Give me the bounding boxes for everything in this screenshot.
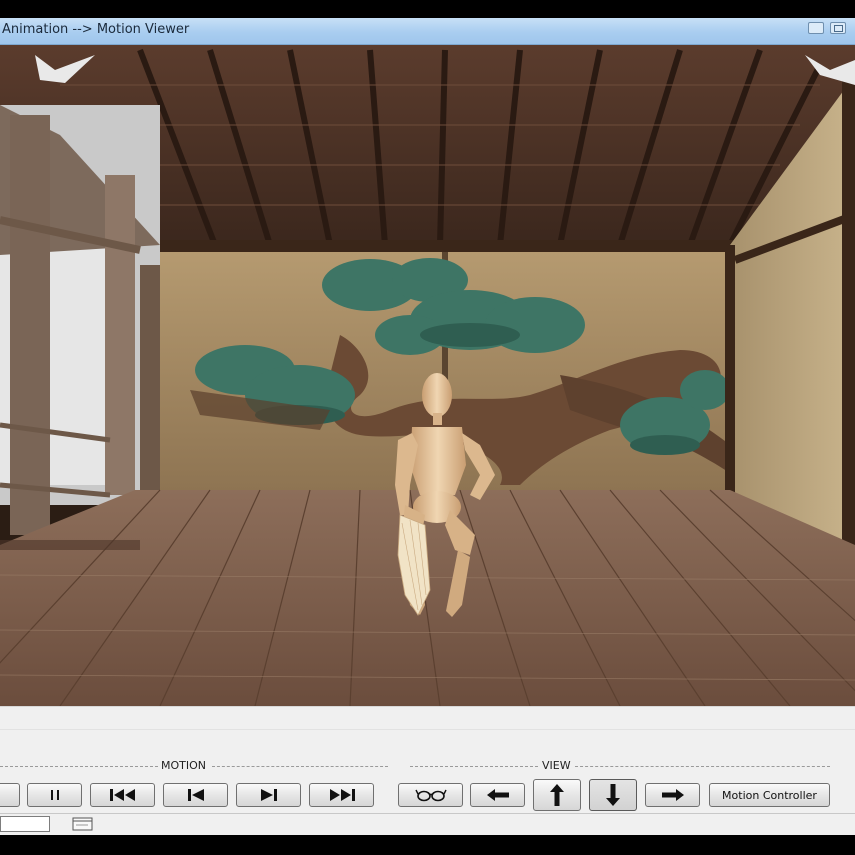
motion-rule-left (0, 766, 158, 767)
status-bar (0, 813, 855, 836)
mannequin-head (422, 373, 452, 417)
3d-viewport[interactable] (0, 45, 855, 706)
right-pillar (842, 75, 855, 565)
step-forward-icon (260, 789, 277, 801)
left-step (0, 540, 140, 550)
minimize-button[interactable] (808, 22, 824, 34)
arrow-down-icon (606, 784, 620, 806)
glasses-icon (414, 789, 447, 802)
skip-to-end-icon (329, 789, 355, 801)
motion-rule-right (212, 766, 388, 767)
left-pillar-back (140, 265, 160, 505)
left-pillar-mid (105, 175, 135, 495)
play-button[interactable] (0, 783, 20, 807)
stage-scene (0, 45, 855, 706)
arrow-left-icon (486, 789, 509, 801)
window-title-bar[interactable]: Animation --> Motion Viewer (0, 18, 855, 45)
skip-to-start-button[interactable] (90, 783, 155, 807)
arrow-up-icon (550, 784, 564, 806)
pan-down-button[interactable] (589, 779, 637, 811)
motion-controller-button[interactable]: Motion Controller (709, 783, 830, 807)
motion-controller-label: Motion Controller (722, 788, 817, 802)
skip-to-start-icon (109, 789, 135, 801)
view-rule-left (410, 766, 538, 767)
status-field (0, 816, 50, 832)
pause-button[interactable] (27, 783, 82, 807)
stage-floor (0, 490, 855, 706)
view-rule-right (575, 766, 830, 767)
pan-up-button[interactable] (533, 779, 581, 811)
step-forward-button[interactable] (236, 783, 301, 807)
arrow-right-icon (661, 789, 684, 801)
pause-icon (50, 790, 59, 800)
window-icon (72, 817, 93, 831)
view-group-label: VIEW (539, 759, 574, 772)
skip-to-end-button[interactable] (309, 783, 374, 807)
motion-group-label: MOTION (158, 759, 209, 772)
mannequin-torso (410, 427, 466, 495)
glasses-view-button[interactable] (398, 783, 463, 807)
window-title: Animation --> Motion Viewer (2, 22, 190, 37)
pan-right-button[interactable] (645, 783, 700, 807)
left-pillar-front (10, 115, 50, 535)
mannequin-neck (433, 413, 442, 425)
panel-separator (0, 729, 855, 730)
maximize-button[interactable] (830, 22, 846, 34)
step-back-button[interactable] (163, 783, 228, 807)
step-back-icon (187, 789, 204, 801)
control-panel: MOTION VIEW Motion Controller (0, 706, 855, 817)
right-post (725, 245, 735, 495)
pan-left-button[interactable] (470, 783, 525, 807)
back-beam (150, 240, 735, 252)
screen-bottom-border (0, 835, 855, 855)
